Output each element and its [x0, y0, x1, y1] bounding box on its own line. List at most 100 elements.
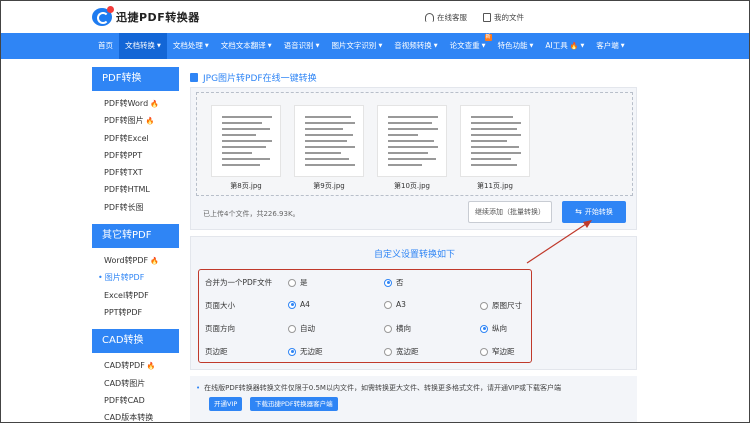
sidebar: PDF转换 PDF转Word 🔥 PDF转图片 🔥 PDF转Excel PDF转PP…	[92, 67, 179, 423]
nav-label: 首页	[98, 41, 113, 50]
radio-margin-narrow[interactable]: 窄边距	[480, 346, 515, 357]
nav-label: 特色功能	[497, 41, 528, 50]
nav-item-speech[interactable]: 语音识别 ▼	[278, 33, 326, 59]
my-files-link[interactable]: 我的文件	[483, 12, 524, 23]
option-text: A3	[396, 300, 406, 309]
sidebar-item-label: Excel转PDF	[104, 290, 149, 300]
radio-margin-wide[interactable]: 宽边距	[384, 346, 419, 357]
sidebar-item-ppt-to-pdf[interactable]: PPT转PDF	[92, 304, 179, 321]
file-thumbnail[interactable]	[211, 105, 281, 177]
option-text: 否	[396, 278, 404, 287]
nav-label: 语音识别	[283, 41, 314, 50]
nav-label: 音视频转换	[394, 41, 432, 50]
document-icon	[483, 13, 491, 22]
file-thumbnail[interactable]	[377, 105, 447, 177]
radio-merge-no[interactable]: 否	[384, 277, 404, 288]
nav-label: AI工具	[545, 41, 568, 50]
notice-panel: 在线版PDF转换器转换文件仅限于0.5M以内文件，如需转换更大文件、转换更多格式…	[190, 376, 637, 423]
nav-item-client[interactable]: 客户端 ▼	[590, 33, 630, 59]
option-text: 宽边距	[396, 347, 419, 356]
radio-icon	[384, 324, 392, 333]
radio-size-a4[interactable]: A4	[288, 300, 310, 309]
nav-label: 文档文本翻译	[220, 41, 266, 50]
sidebar-item-label: PDF转Word	[104, 99, 149, 108]
sidebar-item-pdf-to-ppt[interactable]: PDF转PPT	[92, 147, 179, 164]
sidebar-item-label: CAD版本转换	[104, 413, 154, 423]
logo[interactable]: 迅捷PDF转换器	[92, 6, 200, 26]
nav-item-av-convert[interactable]: 音视频转换 ▼	[388, 33, 443, 59]
file-name: 第10页.jpg	[394, 182, 430, 190]
radio-merge-yes[interactable]: 是	[288, 277, 308, 288]
option-row-orientation: 页面方向 自动 横向 纵向	[199, 316, 533, 339]
sidebar-item-label: PDF转CAD	[104, 395, 145, 405]
sidebar-section-title: CAD转换	[92, 329, 179, 354]
radio-orient-portrait[interactable]: 纵向	[480, 323, 507, 334]
header: 迅捷PDF转换器 在线客服 我的文件	[0, 0, 750, 33]
caret-down-icon: ▼	[267, 43, 272, 49]
sidebar-item-pdf-to-long-image[interactable]: PDF转长图	[92, 199, 179, 216]
nav-item-ai-tools[interactable]: AI工具 🔥 ▼	[539, 33, 590, 59]
radio-selected-icon	[288, 347, 296, 356]
sidebar-item-label: PDF转PPT	[104, 150, 143, 160]
sidebar-item-pdf-to-cad[interactable]: PDF转CAD	[92, 392, 179, 409]
upload-summary: 已上传4个文件，共226.93K。	[203, 210, 300, 218]
caret-down-icon: ▼	[378, 43, 383, 49]
radio-orient-landscape[interactable]: 横向	[384, 323, 411, 334]
page-title: JPG图片转PDF在线一键转换	[190, 71, 317, 84]
upload-panel: 第8页.jpg 第9页.jpg 第10页.jpg 第11页.jpg 已上传4个文…	[190, 87, 637, 230]
sidebar-item-label: PPT转PDF	[104, 307, 143, 317]
sidebar-item-label: PDF转TXT	[104, 168, 143, 178]
sidebar-item-pdf-to-txt[interactable]: PDF转TXT	[92, 164, 179, 181]
swap-icon: ⇆	[575, 207, 582, 216]
sidebar-item-label: PDF转HTML	[104, 185, 150, 195]
start-convert-label: 开始转换	[584, 208, 613, 216]
nav-label: 文档处理	[172, 41, 203, 50]
sidebar-item-pdf-to-word[interactable]: PDF转Word 🔥	[92, 95, 179, 112]
nav-item-plagiarism[interactable]: 论文查重 ▼ 新	[444, 33, 492, 59]
radio-size-a3[interactable]: A3	[384, 300, 406, 309]
sidebar-item-cad-version[interactable]: CAD版本转换	[92, 409, 179, 423]
nav-item-home[interactable]: 首页	[92, 33, 119, 59]
logo-icon	[92, 6, 114, 26]
file-drop-zone[interactable]: 第8页.jpg 第9页.jpg 第10页.jpg 第11页.jpg	[196, 92, 633, 196]
add-files-button[interactable]: 继续添加（批量转换）	[468, 201, 552, 223]
caret-down-icon: ▼	[529, 43, 534, 49]
document-icon	[190, 73, 198, 82]
option-text: 纵向	[492, 324, 507, 333]
nav-item-ocr[interactable]: 图片文字识别 ▼	[325, 33, 388, 59]
start-convert-button[interactable]: ⇆ 开始转换	[562, 201, 626, 223]
option-label: 页边距	[205, 347, 228, 356]
nav-item-doc-process[interactable]: 文档处理 ▼	[167, 33, 215, 59]
radio-size-original[interactable]: 原图尺寸	[480, 300, 522, 311]
option-text: A4	[300, 300, 310, 309]
nav-label: 文档转换	[125, 41, 155, 50]
radio-margin-none[interactable]: 无边距	[288, 346, 323, 357]
notice-text: 在线版PDF转换器转换文件仅限于0.5M以内文件，如需转换更大文件、转换更多格式…	[196, 383, 561, 393]
sidebar-item-cad-to-pdf[interactable]: CAD转PDF 🔥	[92, 357, 179, 374]
open-vip-button[interactable]: 开通VIP	[209, 397, 243, 411]
sidebar-item-pdf-to-image[interactable]: PDF转图片 🔥	[92, 112, 179, 129]
page-title-text: JPG图片转PDF在线一键转换	[203, 74, 317, 84]
download-client-button[interactable]: 下载迅捷PDF转换器客户端	[250, 397, 338, 411]
radio-icon	[384, 347, 392, 356]
sidebar-item-label: 图片转PDF	[104, 273, 145, 283]
nav-item-translate[interactable]: 文档文本翻译 ▼	[215, 33, 278, 59]
online-service-label: 在线客服	[437, 13, 467, 22]
file-thumbnail[interactable]	[294, 105, 364, 177]
radio-orient-auto[interactable]: 自动	[288, 323, 315, 334]
sidebar-item-pdf-to-excel[interactable]: PDF转Excel	[92, 130, 179, 147]
nav-item-features[interactable]: 特色功能 ▼	[492, 33, 540, 59]
sidebar-item-excel-to-pdf[interactable]: Excel转PDF	[92, 287, 179, 304]
online-service-link[interactable]: 在线客服	[425, 12, 467, 23]
sidebar-item-cad-to-image[interactable]: CAD转图片	[92, 375, 179, 392]
caret-down-icon: ▼	[433, 43, 438, 49]
sidebar-item-pdf-to-html[interactable]: PDF转HTML	[92, 181, 179, 198]
options-table: 合并为一个PDF文件 是 否 页面大小 A4 A3 原图尺寸 页面方向 自动 横…	[198, 269, 532, 363]
sidebar-item-word-to-pdf[interactable]: Word转PDF 🔥	[92, 252, 179, 269]
sidebar-item-label: PDF转图片	[104, 116, 144, 126]
fire-icon: 🔥	[150, 257, 159, 266]
sidebar-item-label: PDF转Excel	[104, 133, 149, 143]
nav-item-doc-convert[interactable]: 文档转换 ▼	[119, 33, 167, 59]
sidebar-item-image-to-pdf[interactable]: 图片转PDF	[92, 269, 179, 286]
file-thumbnail[interactable]	[460, 105, 530, 177]
